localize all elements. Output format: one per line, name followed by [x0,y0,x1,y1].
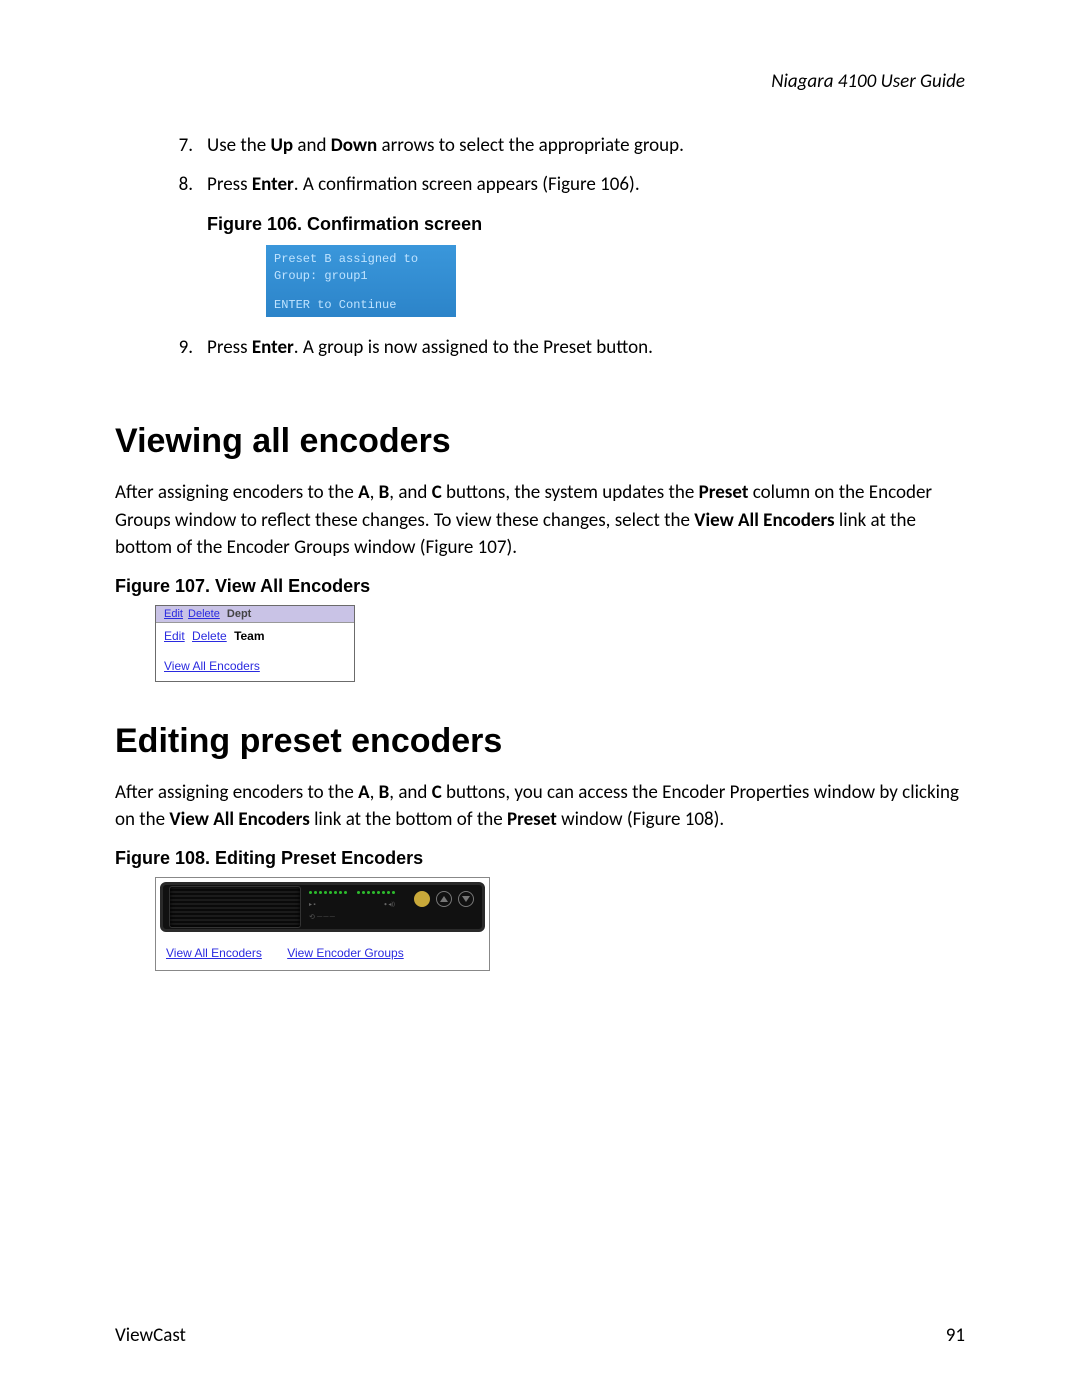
figure-caption: Figure 107. View All Encoders [115,576,965,597]
section2-paragraph: After assigning encoders to the A, B, an… [115,779,965,834]
device-front-panel: ▸ ▪• ◂)) ⟲ ——— [160,882,485,932]
panel-top-row: Edit Delete Dept [156,606,354,623]
figure-caption: Figure 108. Editing Preset Encoders [115,848,965,869]
lcd-screen: Preset B assigned to Group: group1 ENTER… [266,245,456,317]
edit-link[interactable]: Edit [164,608,183,620]
section-heading-editing: Editing preset encoders [115,722,965,761]
view-all-encoders-panel: Edit Delete Dept Edit Delete Team View A… [155,605,355,682]
delete-link[interactable]: Delete [188,608,220,620]
section1-paragraph: After assigning encoders to the A, B, an… [115,479,965,562]
view-encoder-groups-link[interactable]: View Encoder Groups [287,946,404,960]
step-text: Use the Up and Down arrows to select the… [207,133,965,160]
delete-link[interactable]: Delete [192,629,227,643]
view-all-encoders-link[interactable]: View All Encoders [164,659,260,673]
speaker-grille [169,886,301,928]
step-number: 7. [165,133,193,160]
page-header-title: Niagara 4100 User Guide [115,70,965,93]
panel-row: View All Encoders [156,649,354,681]
panel-row: Edit Delete Team [156,623,354,649]
edit-link[interactable]: Edit [164,629,185,643]
panel-links-row: View All Encoders View Encoder Groups [156,936,489,970]
step-text: Press Enter. A confirmation screen appea… [207,172,965,199]
editing-preset-panel: ▸ ▪• ◂)) ⟲ ——— View All Encoders View En… [155,877,490,971]
group-name: Team [234,629,264,643]
lcd-line: Group: group1 [274,268,448,285]
lcd-line: Preset B assigned to [274,251,448,268]
power-icon [414,891,430,907]
step-number: 8. [165,172,193,199]
step-number: 9. [165,335,193,362]
step-text: Press Enter. A group is now assigned to … [207,335,965,362]
footer-left: ViewCast [115,1324,186,1347]
footer-page-number: 91 [946,1324,965,1347]
figure-caption: Figure 106. Confirmation screen [207,212,965,237]
section-heading-viewing: Viewing all encoders [115,422,965,461]
down-icon [458,891,474,907]
lcd-line: ENTER to Continue [274,297,448,314]
group-name: Dept [227,608,251,620]
view-all-encoders-link[interactable]: View All Encoders [166,946,262,960]
up-icon [436,891,452,907]
device-status-area: ▸ ▪• ◂)) ⟲ ——— [301,887,482,927]
